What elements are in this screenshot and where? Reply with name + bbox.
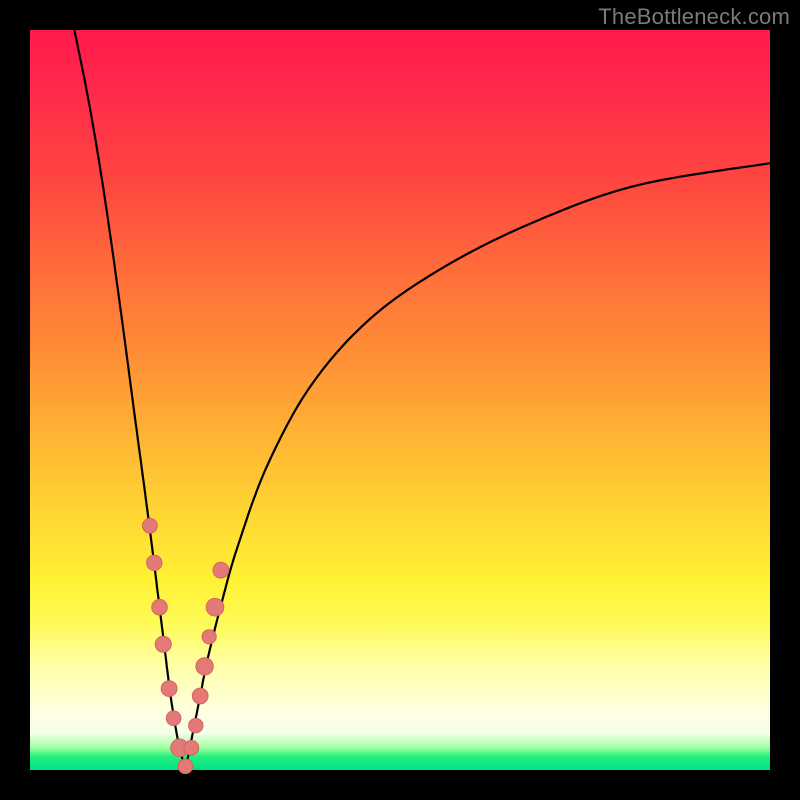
sample-dot (147, 555, 162, 570)
sample-dot (184, 740, 199, 755)
sample-dot (155, 636, 171, 652)
plot-area (30, 30, 770, 770)
bottleneck-curve-right (185, 163, 770, 770)
sample-dot (189, 718, 203, 732)
chart-frame: TheBottleneck.com (0, 0, 800, 800)
sample-dot (206, 598, 224, 616)
sample-dot (166, 711, 181, 726)
curve-layer (30, 30, 770, 770)
sample-dot (192, 688, 208, 704)
watermark-text: TheBottleneck.com (598, 4, 790, 30)
sample-dot (213, 562, 229, 578)
sample-dot (178, 759, 193, 774)
sample-dot (143, 518, 158, 533)
sample-dot (161, 681, 177, 697)
sample-dot (152, 599, 168, 615)
sample-dots (143, 518, 229, 773)
sample-dot (196, 658, 213, 675)
sample-dot (202, 630, 216, 644)
bottleneck-curve-left (74, 30, 185, 770)
